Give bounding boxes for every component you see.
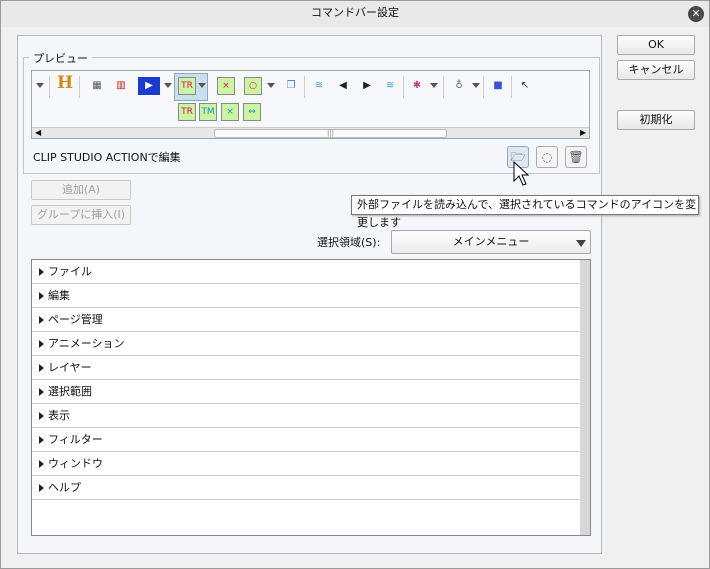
dropdown-arrow-icon[interactable] bbox=[164, 83, 172, 88]
expand-icon[interactable] bbox=[39, 412, 44, 420]
close-icon[interactable]: ✕ bbox=[688, 6, 704, 22]
mouse-cursor-icon bbox=[513, 161, 529, 186]
selection-area-dropdown[interactable]: メインメニュー bbox=[391, 230, 591, 254]
scroll-thumb[interactable]: ||| bbox=[214, 129, 447, 138]
tree-item-layer[interactable]: レイヤー bbox=[32, 356, 579, 380]
arrows-tag-icon[interactable]: ↔ bbox=[243, 103, 261, 121]
chevron-down-icon bbox=[576, 240, 586, 247]
expand-icon[interactable] bbox=[39, 268, 44, 276]
insert-group-button[interactable]: グループに挿入(I) bbox=[31, 205, 131, 225]
command-tree: ファイル 編集 ページ管理 アニメーション レイヤー 選択範囲 表示 フィルター… bbox=[31, 259, 591, 536]
preview-toolbar: H ▦ ▥ ▶ TR × ○ ❐ ≋ ◀ ▶ ≋ ✱ ♁ ■ ↖ TR TM ×… bbox=[31, 70, 590, 139]
edit-with-action-label: CLIP STUDIO ACTIONで編集 bbox=[33, 151, 181, 164]
vertical-scrollbar[interactable] bbox=[580, 260, 590, 535]
dropdown-arrow-icon[interactable] bbox=[36, 83, 44, 88]
expand-icon[interactable] bbox=[39, 388, 44, 396]
trash-icon[interactable]: 🗑 bbox=[565, 146, 587, 168]
resize-icon[interactable]: ↖ bbox=[516, 77, 534, 95]
dropdown-arrow-icon[interactable] bbox=[472, 83, 480, 88]
frame-icon[interactable]: ▦ bbox=[88, 77, 106, 95]
lightbulb-icon[interactable]: ♁ bbox=[450, 77, 468, 95]
add-button[interactable]: 追加(A) bbox=[31, 180, 131, 200]
tooltip: 外部ファイルを読み込んで、選択されているコマンドのアイコンを変更します bbox=[351, 195, 699, 229]
selection-square-icon[interactable]: ■ bbox=[489, 77, 507, 95]
tree-item-file[interactable]: ファイル bbox=[32, 260, 579, 284]
reset-button[interactable]: 初期化 bbox=[617, 110, 695, 130]
tree-item-filter[interactable]: フィルター bbox=[32, 428, 579, 452]
tree-item-view[interactable]: 表示 bbox=[32, 404, 579, 428]
text-tag-tr-icon[interactable]: TR bbox=[178, 103, 196, 121]
expand-icon[interactable] bbox=[39, 484, 44, 492]
expand-icon[interactable] bbox=[39, 364, 44, 372]
play-icon[interactable]: ▶ bbox=[138, 77, 160, 95]
heading-icon[interactable]: H bbox=[56, 75, 74, 93]
scroll-left-icon[interactable]: ◀ bbox=[35, 128, 41, 137]
expand-icon[interactable] bbox=[39, 316, 44, 324]
tree-item-edit[interactable]: 編集 bbox=[32, 284, 579, 308]
tree-item-animation[interactable]: アニメーション bbox=[32, 332, 579, 356]
dropdown-arrow-icon[interactable] bbox=[267, 83, 275, 88]
cross-tag-icon[interactable]: × bbox=[221, 103, 239, 121]
window-title: コマンドバー設定 bbox=[311, 6, 399, 19]
expand-icon[interactable] bbox=[39, 340, 44, 348]
windows-icon[interactable]: ❐ bbox=[282, 77, 300, 95]
selection-area-value: メインメニュー bbox=[452, 235, 530, 248]
preview-label: プレビュー bbox=[29, 50, 92, 66]
expand-icon[interactable] bbox=[39, 460, 44, 468]
page-back-icon[interactable]: ◀ bbox=[334, 77, 352, 95]
title-bar: コマンドバー設定 ✕ bbox=[1, 1, 709, 27]
dotted-circle-icon[interactable]: ◌ bbox=[536, 146, 558, 168]
text-tag-tr-icon[interactable]: TR bbox=[178, 77, 196, 95]
cross-tag-icon[interactable]: × bbox=[217, 77, 235, 95]
cancel-button[interactable]: キャンセル bbox=[617, 60, 695, 80]
horizontal-scrollbar[interactable]: ◀ ||| ▶ bbox=[32, 127, 589, 138]
expand-icon[interactable] bbox=[39, 292, 44, 300]
selection-area-label: 選択領域(S): bbox=[317, 236, 381, 249]
dropdown-arrow-icon[interactable] bbox=[198, 83, 206, 88]
dropdown-arrow-icon[interactable] bbox=[430, 83, 438, 88]
tree-item-window[interactable]: ウィンドウ bbox=[32, 452, 579, 476]
expand-icon[interactable] bbox=[39, 436, 44, 444]
new-window-icon[interactable]: ✱ bbox=[408, 77, 426, 95]
layers-alt-icon[interactable]: ≋ bbox=[381, 77, 399, 95]
page-forward-icon[interactable]: ▶ bbox=[358, 77, 376, 95]
circle-tag-icon[interactable]: ○ bbox=[244, 77, 262, 95]
ok-button[interactable]: OK bbox=[617, 35, 695, 55]
tree-item-selection[interactable]: 選択範囲 bbox=[32, 380, 579, 404]
layers-icon[interactable]: ≋ bbox=[310, 77, 328, 95]
scroll-right-icon[interactable]: ▶ bbox=[580, 128, 586, 137]
tree-item-page[interactable]: ページ管理 bbox=[32, 308, 579, 332]
text-tag-tm-icon[interactable]: TM bbox=[199, 103, 217, 121]
tree-item-help[interactable]: ヘルプ bbox=[32, 476, 579, 500]
dialog-window: コマンドバー設定 ✕ プレビュー H ▦ ▥ ▶ TR × ○ ❐ ≋ ◀ ▶ … bbox=[0, 0, 710, 569]
timeline-icon[interactable]: ▥ bbox=[112, 77, 130, 95]
